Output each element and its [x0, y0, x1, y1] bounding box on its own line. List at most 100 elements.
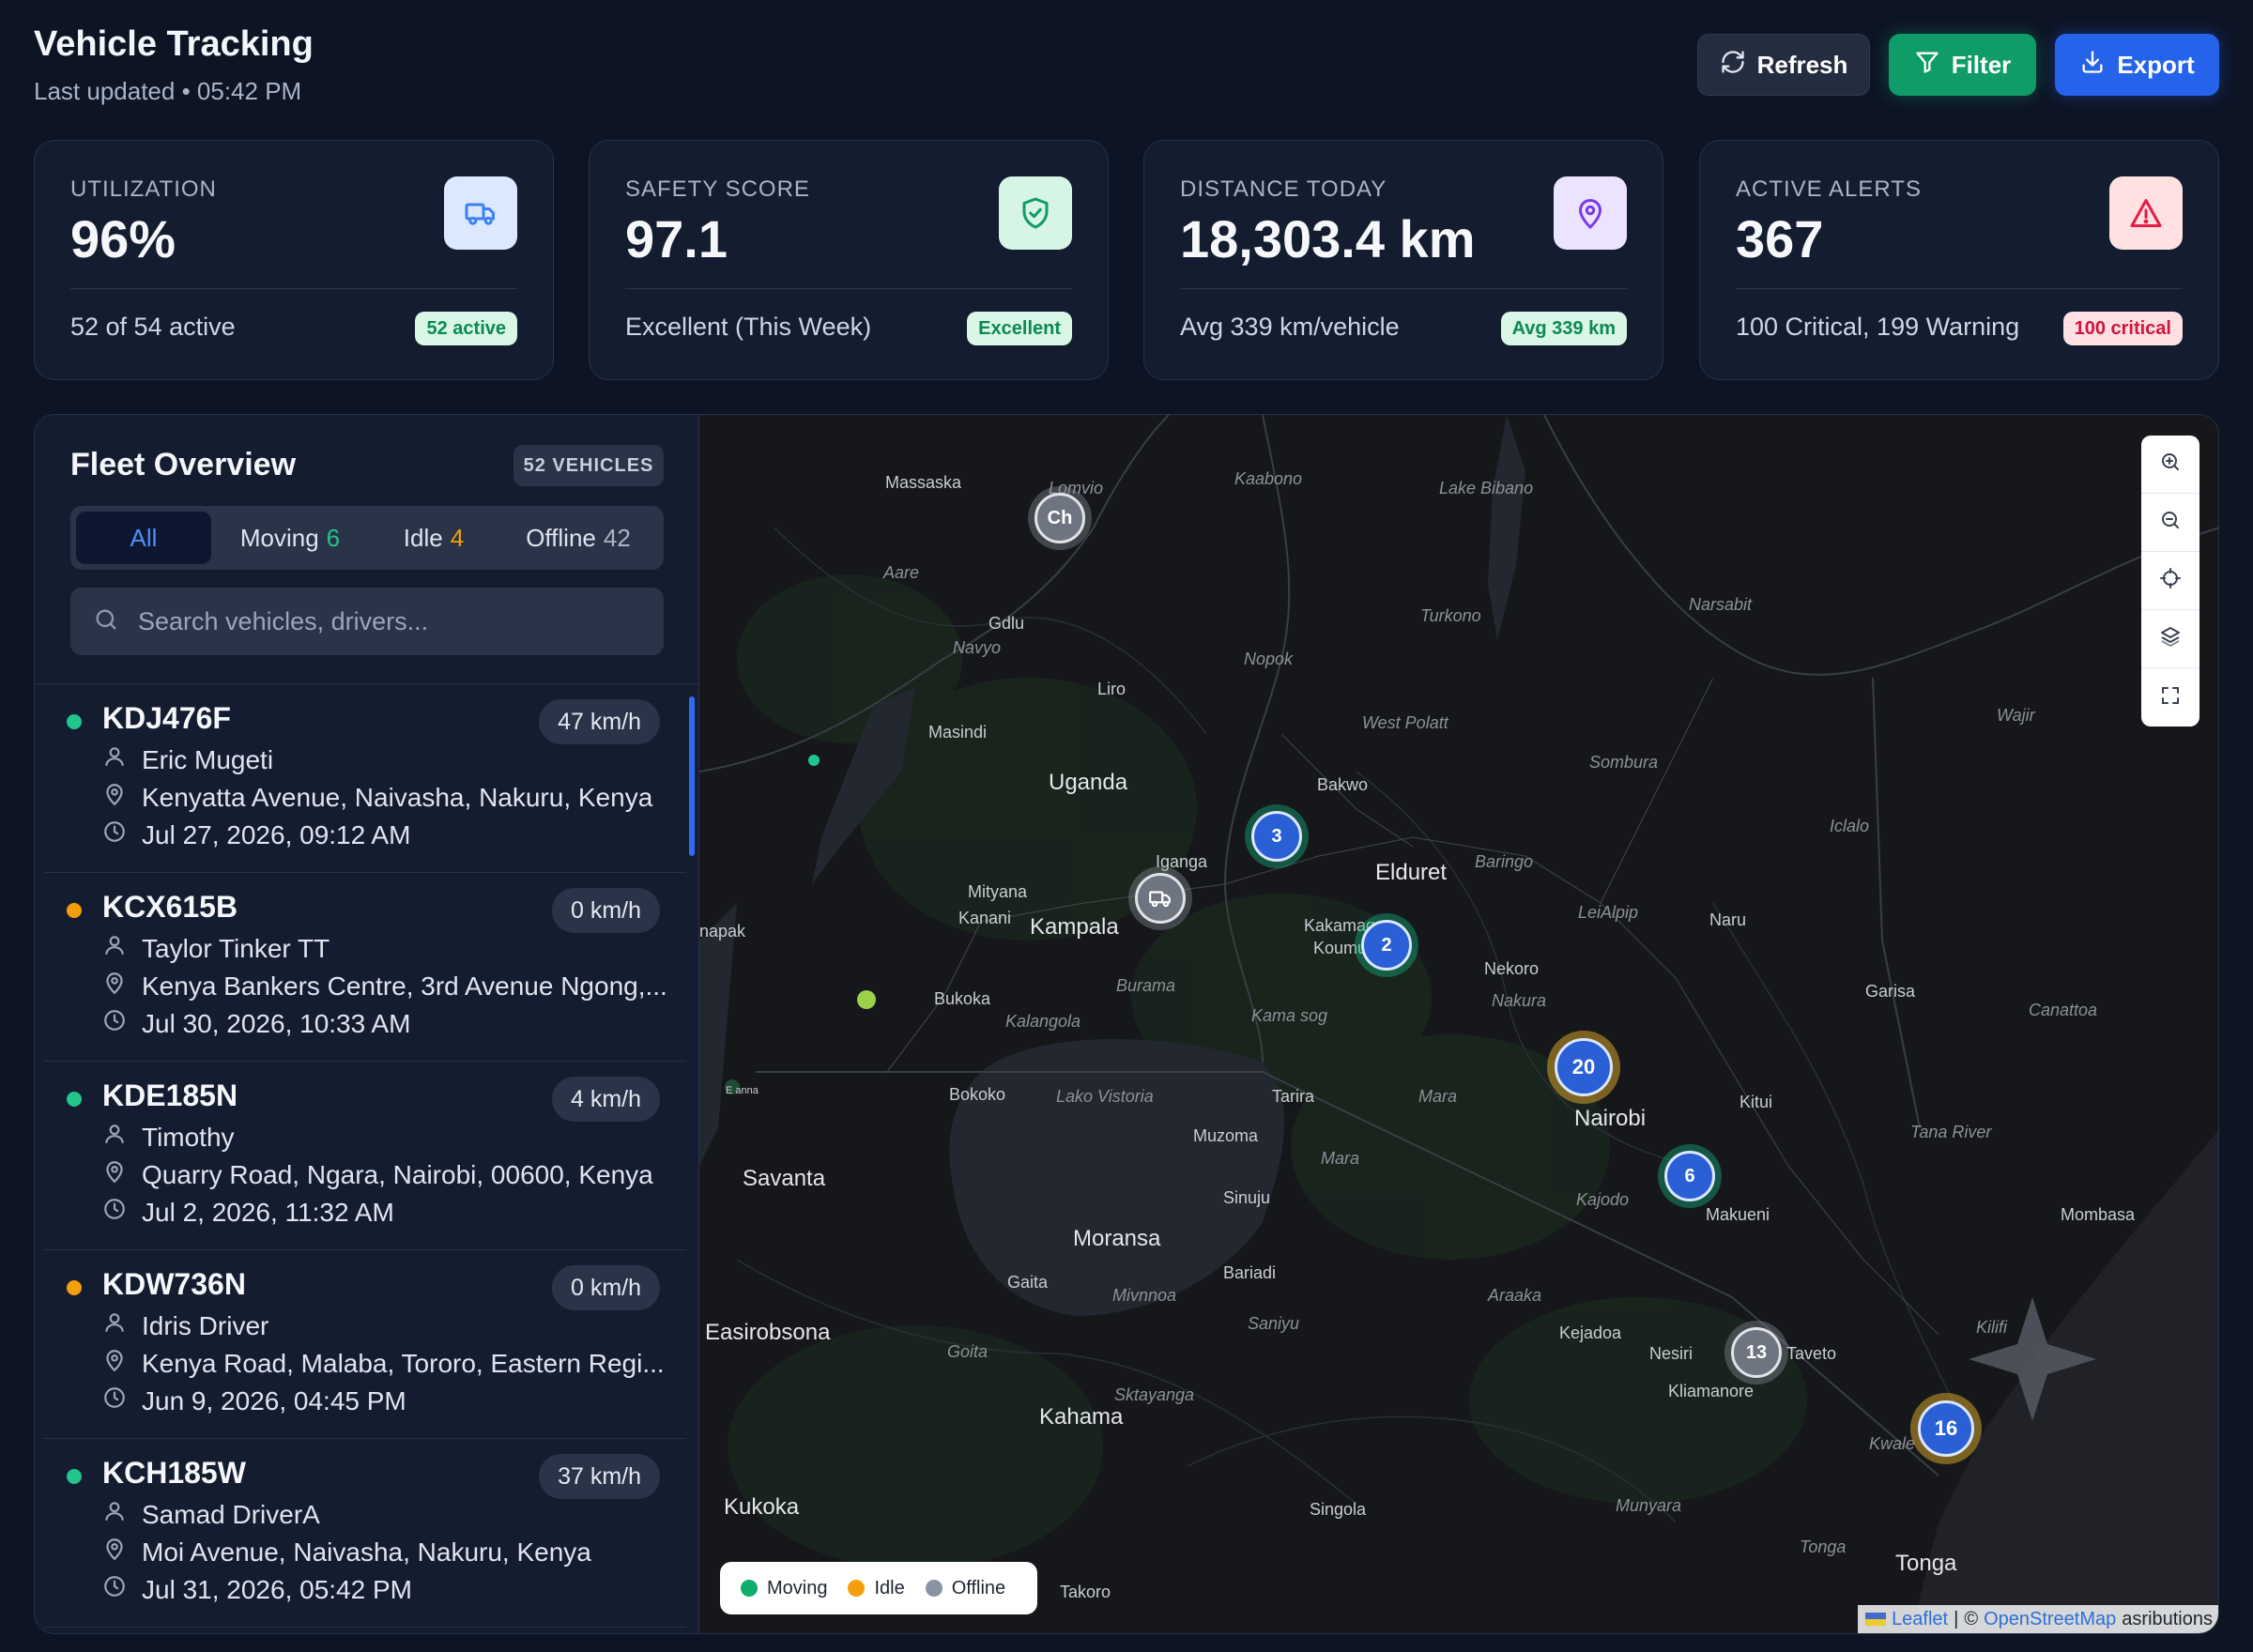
card-value: 18,303.4 km [1180, 209, 1476, 268]
map-label: Baringo [1475, 852, 1534, 871]
safety-score-card: SAFETY SCORE 97.1 Excellent (This Week) … [589, 140, 1109, 380]
map-label: napak [699, 922, 746, 941]
refresh-button[interactable]: Refresh [1697, 34, 1870, 96]
fleet-panel: Fleet Overview 52 VEHICLES All Moving 6 I… [34, 414, 2219, 1634]
zoom-in-button[interactable] [2141, 436, 2199, 494]
speed-badge: 47 km/h [539, 699, 660, 744]
vehicle-timestamp: Jul 2, 2026, 11:32 AM [142, 1197, 394, 1227]
map-label: Lake Bibano [1439, 479, 1534, 497]
divider [70, 288, 517, 289]
tab-count: 6 [326, 523, 341, 552]
vehicle-cluster-marker[interactable]: 6 [1664, 1151, 1715, 1201]
vehicle-plate: KDJ476F [102, 701, 231, 735]
clock-icon [102, 1197, 127, 1228]
last-updated-text: Last updated • 05:42 PM [34, 77, 302, 105]
map-label: Gdlu [989, 614, 1025, 633]
zoom-out-button[interactable] [2141, 494, 2199, 552]
vehicle-cluster-marker[interactable]: 2 [1361, 920, 1412, 971]
map-label: Mivnnoa [1112, 1286, 1177, 1305]
alerts-card: ACTIVE ALERTS 367 100 Critical, 199 Warn… [1699, 140, 2219, 380]
vehicle-timestamp: Jul 27, 2026, 09:12 AM [142, 819, 411, 849]
tab-label: Offline [526, 523, 596, 552]
map-controls [2141, 436, 2199, 727]
map-label: Kitui [1740, 1093, 1773, 1111]
map-label: Kahama [1039, 1404, 1124, 1430]
map-label: Liro [1097, 680, 1126, 698]
driver-name: Idris Driver [142, 1310, 269, 1340]
map-label: Sombura [1589, 753, 1659, 772]
vehicle-list-item[interactable]: KDW736N 0 km/h Idris Driver Kenya Road, … [44, 1250, 686, 1439]
map-label: Wajir [1997, 706, 2035, 725]
divider [1736, 288, 2183, 289]
user-icon [102, 1122, 127, 1153]
shield-check-icon [999, 176, 1072, 250]
card-value: 367 [1736, 209, 1824, 268]
vehicle-plate: KDE185N [102, 1078, 238, 1112]
divider [625, 288, 1072, 289]
map-label: Garisa [1865, 982, 1916, 1001]
tab-idle[interactable]: Idle 4 [369, 512, 498, 564]
leaflet-link[interactable]: Leaflet [1892, 1605, 1948, 1633]
vehicle-location: Moi Avenue, Naivasha, Nakuru, Kenya [142, 1537, 591, 1567]
card-footer: 52 of 54 active [70, 313, 236, 341]
fleet-map[interactable]: Massaska Lomvio Kaabono Lake Bibano Aare… [699, 415, 2218, 1633]
osm-link[interactable]: OpenStreetMap [1984, 1605, 2116, 1633]
map-legend: Moving Idle Offline [720, 1562, 1037, 1614]
map-label: Mara [1321, 1149, 1360, 1168]
vehicle-cluster-marker[interactable]: 16 [1918, 1400, 1974, 1457]
tab-all[interactable]: All [76, 512, 211, 564]
vehicle-list-item[interactable]: KDE185N 4 km/h Timothy Quarry Road, Ngar… [44, 1062, 686, 1250]
filter-button[interactable]: Filter [1889, 34, 2036, 96]
tab-moving[interactable]: Moving 6 [211, 512, 369, 564]
card-label: UTILIZATION [70, 176, 217, 202]
map-label: Bakwo [1317, 775, 1369, 794]
location-row: Quarry Road, Ngara, Nairobi, 00600, Keny… [102, 1159, 653, 1190]
fullscreen-icon [2159, 684, 2182, 711]
layers-icon [2159, 625, 2182, 652]
vehicle-cluster-marker[interactable]: 3 [1251, 811, 1302, 862]
speed-badge: 0 km/h [551, 1265, 660, 1310]
map-label: Kalangola [1005, 1012, 1081, 1031]
tab-offline[interactable]: Offline 42 [498, 512, 658, 564]
truck-marker[interactable] [1135, 873, 1186, 924]
fleet-title: Fleet Overview [70, 447, 297, 482]
fullscreen-button[interactable] [2141, 668, 2199, 727]
truck-icon [1148, 886, 1172, 910]
location-row: Moi Avenue, Naivasha, Nakuru, Kenya [102, 1537, 591, 1568]
map-label: Navyo [953, 638, 1002, 657]
truck-icon [444, 176, 517, 250]
download-icon [2079, 49, 2106, 82]
layers-button[interactable] [2141, 610, 2199, 668]
search-input[interactable] [138, 606, 645, 636]
page-title: Vehicle Tracking [34, 24, 314, 64]
driver-name: Timothy [142, 1122, 235, 1152]
map-pin-icon [1554, 176, 1627, 250]
attribution-text: asributions [2122, 1609, 2213, 1629]
filter-icon [1914, 49, 1940, 82]
map-label: Tana River [1910, 1123, 1992, 1141]
map-label: Canattoa [2029, 1001, 2098, 1019]
vehicle-list-item[interactable]: KCX615B 0 km/h Taylor Tinker TT Kenya Ba… [44, 873, 686, 1062]
map-pin-icon [102, 1537, 127, 1568]
vehicle-cluster-marker[interactable]: 20 [1555, 1038, 1613, 1096]
map-label: Nopok [1244, 650, 1294, 668]
vehicle-cluster-marker[interactable]: 13 [1731, 1327, 1782, 1378]
map-label: Taveto [1786, 1344, 1837, 1363]
map-label: Sinuju [1223, 1188, 1271, 1207]
map-label: Bariadi [1223, 1263, 1277, 1282]
card-label: ACTIVE ALERTS [1736, 176, 1922, 202]
map-pin-icon [102, 782, 127, 813]
map-label: Kilifi [1976, 1318, 2008, 1337]
vehicle-list-item[interactable]: KCH185W 37 km/h Samad DriverA Moi Avenue… [44, 1439, 686, 1628]
tab-label: Idle [403, 523, 443, 552]
vehicle-cluster-marker[interactable]: Ch [1035, 493, 1085, 543]
locate-button[interactable] [2141, 552, 2199, 610]
export-button[interactable]: Export [2055, 34, 2219, 96]
map-label: E anna [726, 1085, 759, 1096]
list-scrollbar[interactable] [689, 696, 695, 856]
vehicle-list-item[interactable]: KDJ476F 47 km/h Eric Mugeti Kenyatta Ave… [44, 684, 686, 873]
legend-label: Moving [767, 1577, 828, 1598]
map-terrain [699, 415, 2218, 1633]
map-label: Makueni [1706, 1205, 1770, 1224]
zoom-out-icon [2159, 509, 2182, 536]
